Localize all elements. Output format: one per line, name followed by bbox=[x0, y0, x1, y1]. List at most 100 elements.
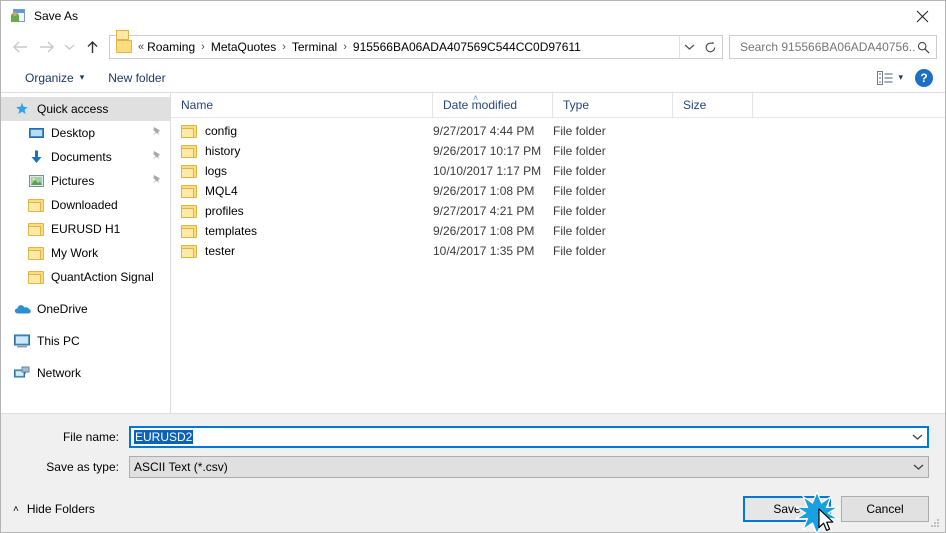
file-name-field[interactable]: EURUSD2 bbox=[129, 426, 929, 448]
row-name-cell: profiles bbox=[171, 204, 433, 218]
sidebar-item-documents[interactable]: Documents bbox=[1, 145, 170, 169]
breadcrumb-overflow[interactable]: « bbox=[138, 41, 146, 53]
table-row[interactable]: templates 9/26/2017 1:08 PM File folder bbox=[171, 221, 945, 241]
picture-icon bbox=[27, 175, 45, 187]
column-label: Name bbox=[181, 98, 214, 112]
resize-grip-icon[interactable] bbox=[929, 517, 941, 529]
pin-icon[interactable] bbox=[151, 126, 162, 140]
column-label: Type bbox=[563, 98, 590, 112]
breadcrumb-item-guid[interactable]: 915566BA06ADA407569C544CC0D97611 bbox=[352, 40, 582, 54]
sidebar-item-label: Network bbox=[37, 366, 82, 380]
chevron-up-icon: ˄ bbox=[13, 503, 19, 515]
column-header-date-modified[interactable]: Date modified bbox=[433, 93, 553, 117]
save-as-type-label: Save as type: bbox=[46, 460, 119, 474]
table-row[interactable]: logs 10/10/2017 1:17 PM File folder bbox=[171, 161, 945, 181]
row-date: 9/26/2017 1:08 PM bbox=[433, 184, 535, 198]
file-name-value-wrap: EURUSD2 bbox=[134, 430, 907, 444]
column-header-type[interactable]: Type bbox=[553, 93, 673, 117]
computer-icon bbox=[13, 334, 31, 348]
breadcrumb: « Roaming › MetaQuotes › Terminal › 9155… bbox=[138, 40, 679, 54]
network-icon bbox=[13, 366, 31, 380]
column-header-row: Name Date modified Type Size ˄ bbox=[171, 93, 945, 118]
row-name: templates bbox=[205, 224, 258, 238]
row-name: MQL4 bbox=[205, 184, 238, 198]
sidebar-item-label: Desktop bbox=[51, 126, 96, 140]
help-label: ? bbox=[920, 70, 928, 85]
breadcrumb-separator: › bbox=[282, 41, 286, 53]
sidebar-item-downloaded[interactable]: Downloaded bbox=[1, 193, 170, 217]
command-toolbar: Organize ▾ New folder ▾ ? bbox=[1, 63, 945, 93]
table-row[interactable]: history 9/26/2017 10:17 PM File folder bbox=[171, 141, 945, 161]
folder-icon bbox=[181, 144, 197, 158]
folder-icon bbox=[181, 204, 197, 218]
row-name-cell: MQL4 bbox=[171, 184, 433, 198]
column-header-name[interactable]: Name bbox=[171, 93, 433, 117]
pin-icon[interactable] bbox=[151, 150, 162, 164]
file-name-row: File name: EURUSD2 bbox=[17, 426, 929, 448]
sidebar-item-quick-access[interactable]: Quick access bbox=[1, 97, 170, 121]
row-name-cell: config bbox=[171, 124, 433, 138]
column-header-size[interactable]: Size bbox=[673, 93, 753, 117]
sidebar-item-my-work[interactable]: My Work bbox=[1, 241, 170, 265]
close-icon[interactable] bbox=[899, 1, 945, 31]
new-folder-button[interactable]: New folder bbox=[100, 67, 173, 89]
save-as-dialog: Save As « Roaming › MetaQuotes › Termina… bbox=[0, 0, 946, 533]
column-label: Size bbox=[683, 98, 707, 112]
refresh-button[interactable] bbox=[699, 35, 723, 59]
table-row[interactable]: MQL4 9/26/2017 1:08 PM File folder bbox=[171, 181, 945, 201]
breadcrumb-separator: › bbox=[343, 41, 347, 53]
help-icon[interactable]: ? bbox=[915, 68, 933, 87]
table-row[interactable]: profiles 9/27/2017 4:21 PM File folder bbox=[171, 201, 945, 221]
view-layout-button[interactable]: ▾ bbox=[873, 68, 907, 88]
sidebar-item-onedrive[interactable]: OneDrive bbox=[1, 297, 170, 321]
folder-icon bbox=[116, 30, 132, 54]
file-list: config 9/27/2017 4:44 PM File folder his… bbox=[171, 118, 945, 413]
save-as-type-field[interactable]: ASCII Text (*.csv) bbox=[129, 456, 929, 478]
sidebar-item-pictures[interactable]: Pictures bbox=[1, 169, 170, 193]
sidebar-item-desktop[interactable]: Desktop bbox=[1, 121, 170, 145]
row-type: File folder bbox=[553, 124, 606, 138]
sidebar-item-label: Downloaded bbox=[51, 198, 118, 212]
folder-icon bbox=[181, 124, 197, 138]
sidebar-item-network[interactable]: Network bbox=[1, 361, 170, 385]
search-box[interactable] bbox=[729, 35, 937, 59]
breadcrumb-item-metaquotes[interactable]: MetaQuotes bbox=[210, 40, 277, 54]
pin-icon[interactable] bbox=[151, 174, 162, 188]
row-name: profiles bbox=[205, 204, 244, 218]
row-type: File folder bbox=[553, 164, 606, 178]
row-date: 9/27/2017 4:21 PM bbox=[433, 204, 535, 218]
recent-locations-button[interactable] bbox=[59, 35, 79, 59]
footer-button-group: Save Cancel bbox=[743, 491, 929, 533]
row-name: history bbox=[205, 144, 241, 158]
dialog-body: Quick access Desktop Documents Pictures … bbox=[1, 93, 945, 413]
up-button[interactable] bbox=[79, 35, 105, 59]
cancel-button[interactable]: Cancel bbox=[841, 496, 929, 522]
breadcrumb-item-terminal[interactable]: Terminal bbox=[291, 40, 338, 54]
search-icon[interactable] bbox=[917, 41, 930, 54]
chevron-down-icon[interactable] bbox=[908, 463, 928, 471]
hide-folders-button[interactable]: ˄ Hide Folders bbox=[13, 502, 95, 516]
sidebar-item-quantaction-signal[interactable]: QuantAction Signal bbox=[1, 265, 170, 289]
row-type: File folder bbox=[553, 184, 606, 198]
table-row[interactable]: config 9/27/2017 4:44 PM File folder bbox=[171, 121, 945, 141]
breadcrumb-item-roaming[interactable]: Roaming bbox=[146, 40, 196, 54]
window-title: Save As bbox=[34, 9, 79, 23]
save-button[interactable]: Save bbox=[743, 496, 831, 522]
folder-icon bbox=[27, 270, 45, 284]
sidebar-item-label: Documents bbox=[51, 150, 112, 164]
sidebar-item-this-pc[interactable]: This PC bbox=[1, 329, 170, 353]
folder-icon bbox=[181, 164, 197, 178]
table-row[interactable]: tester 10/4/2017 1:35 PM File folder bbox=[171, 241, 945, 261]
organize-button[interactable]: Organize ▾ bbox=[17, 67, 92, 89]
chevron-down-icon[interactable] bbox=[907, 433, 927, 441]
column-header-filler bbox=[753, 93, 945, 117]
back-button[interactable] bbox=[7, 35, 33, 59]
address-bar[interactable]: « Roaming › MetaQuotes › Terminal › 9155… bbox=[109, 30, 700, 59]
folder-icon bbox=[181, 244, 197, 258]
forward-button[interactable] bbox=[33, 35, 59, 59]
sidebar-item-eurusd-h1[interactable]: EURUSD H1 bbox=[1, 217, 170, 241]
address-dropdown-button[interactable] bbox=[679, 36, 699, 58]
row-type: File folder bbox=[553, 204, 606, 218]
search-input[interactable] bbox=[738, 39, 917, 55]
